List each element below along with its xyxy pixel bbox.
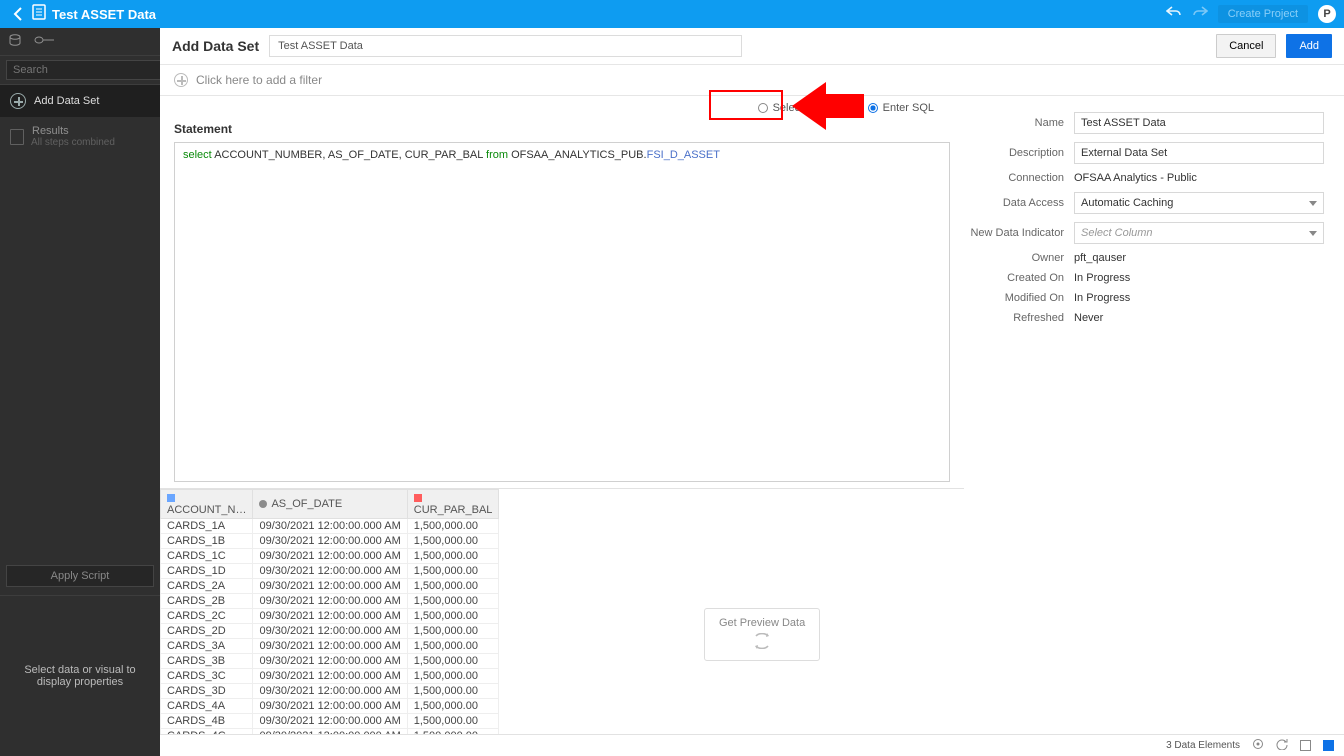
refresh-icon[interactable]	[1276, 738, 1288, 753]
annotation-highlight	[709, 90, 783, 120]
sidebar: + Add Data Set Results All steps combine…	[0, 28, 160, 756]
table-row[interactable]: CARDS_2B09/30/2021 12:00:00.000 AM1,500,…	[161, 594, 499, 609]
refresh-icon	[752, 633, 772, 652]
chevron-down-icon	[1309, 231, 1317, 236]
mode-toggle: Select Columns Enter SQL	[160, 96, 964, 120]
statement-label: Statement	[174, 122, 232, 136]
radio-enter-sql[interactable]: Enter SQL	[868, 102, 934, 114]
table-row[interactable]: CARDS_2D09/30/2021 12:00:00.000 AM1,500,…	[161, 624, 499, 639]
data-preview-grid[interactable]: ACCOUNT_N… AS_OF_DATE CUR_PAR_BAL CARDS_…	[160, 488, 964, 734]
apply-script-button: Apply Script	[6, 565, 154, 587]
sql-editor[interactable]: select ACCOUNT_NUMBER, AS_OF_DATE, CUR_P…	[174, 142, 950, 482]
sidebar-item-add-data-set[interactable]: Add Data Set	[0, 85, 160, 117]
settings-icon[interactable]	[1252, 738, 1264, 753]
table-row[interactable]: CARDS_2C09/30/2021 12:00:00.000 AM1,500,…	[161, 609, 499, 624]
results-icon	[10, 129, 24, 145]
page-title: Test ASSET Data	[52, 7, 1166, 22]
prop-description-input[interactable]	[1074, 142, 1324, 164]
col-as-of-date: AS_OF_DATE	[253, 490, 407, 519]
add-button[interactable]: Add	[1286, 34, 1332, 58]
col-cur-par-bal: CUR_PAR_BAL	[407, 490, 499, 519]
document-icon	[32, 4, 46, 25]
top-bar: Test ASSET Data Create Project P	[0, 0, 1344, 28]
status-data-elements: 3 Data Elements	[1166, 740, 1240, 751]
prop-owner-value: pft_qauser	[1074, 252, 1324, 264]
table-row[interactable]: CARDS_4B09/30/2021 12:00:00.000 AM1,500,…	[161, 714, 499, 729]
annotation-arrow-icon	[792, 82, 826, 130]
table-row[interactable]: CARDS_1D09/30/2021 12:00:00.000 AM1,500,…	[161, 564, 499, 579]
table-row[interactable]: CARDS_2A09/30/2021 12:00:00.000 AM1,500,…	[161, 579, 499, 594]
table-row[interactable]: CARDS_3C09/30/2021 12:00:00.000 AM1,500,…	[161, 669, 499, 684]
sidebar-footer-hint: Select data or visual to display propert…	[0, 596, 160, 756]
status-bar: 3 Data Elements	[160, 734, 1344, 756]
dataset-name-input[interactable]	[269, 35, 742, 57]
sidebar-item-results[interactable]: Results All steps combined	[0, 117, 160, 156]
sidebar-toolbar	[0, 28, 160, 56]
undo-icon[interactable]	[1166, 5, 1182, 24]
table-row[interactable]: CARDS_1C09/30/2021 12:00:00.000 AM1,500,…	[161, 549, 499, 564]
table-row[interactable]: CARDS_1A09/30/2021 12:00:00.000 AM1,500,…	[161, 519, 499, 534]
prop-refreshed-value: Never	[1074, 312, 1324, 324]
plus-circle-icon	[10, 93, 26, 109]
cancel-button[interactable]: Cancel	[1216, 34, 1276, 58]
get-preview-data-button[interactable]: Get Preview Data	[704, 608, 820, 661]
prop-new-data-indicator-select[interactable]: Select Column	[1074, 222, 1324, 244]
filter-placeholder: Click here to add a filter	[196, 73, 322, 87]
redo-icon[interactable]	[1192, 5, 1208, 24]
data-flow-icon[interactable]	[34, 35, 54, 48]
back-button[interactable]	[8, 7, 28, 21]
add-filter-icon	[174, 73, 188, 87]
data-model-icon[interactable]	[8, 33, 22, 50]
prop-data-access-select[interactable]: Automatic Caching	[1074, 192, 1324, 214]
table-row[interactable]: CARDS_3B09/30/2021 12:00:00.000 AM1,500,…	[161, 654, 499, 669]
table-row[interactable]: CARDS_3A09/30/2021 12:00:00.000 AM1,500,…	[161, 639, 499, 654]
table-row[interactable]: CARDS_3D09/30/2021 12:00:00.000 AM1,500,…	[161, 684, 499, 699]
table-row[interactable]: CARDS_1B09/30/2021 12:00:00.000 AM1,500,…	[161, 534, 499, 549]
prop-name-input[interactable]	[1074, 112, 1324, 134]
properties-panel: Name Description ConnectionOFSAA Analyti…	[964, 96, 1344, 734]
search-input[interactable]	[6, 60, 162, 80]
header-bar: Add Data Set Cancel Add	[160, 28, 1344, 65]
section-title: Add Data Set	[172, 38, 259, 54]
view-list-icon[interactable]	[1300, 740, 1311, 751]
radio-dot-icon	[868, 103, 878, 113]
prop-connection-value: OFSAA Analytics - Public	[1074, 172, 1324, 184]
view-grid-icon[interactable]	[1323, 740, 1334, 751]
table-row[interactable]: CARDS_4A09/30/2021 12:00:00.000 AM1,500,…	[161, 699, 499, 714]
chevron-down-icon	[1309, 201, 1317, 206]
prop-modified-value: In Progress	[1074, 292, 1324, 304]
table-row[interactable]: CARDS_4C09/30/2021 12:00:00.000 AM1,500,…	[161, 729, 499, 735]
avatar[interactable]: P	[1318, 5, 1336, 23]
prop-created-value: In Progress	[1074, 272, 1324, 284]
create-project-button[interactable]: Create Project	[1218, 5, 1308, 23]
col-account-number: ACCOUNT_N…	[161, 490, 253, 519]
